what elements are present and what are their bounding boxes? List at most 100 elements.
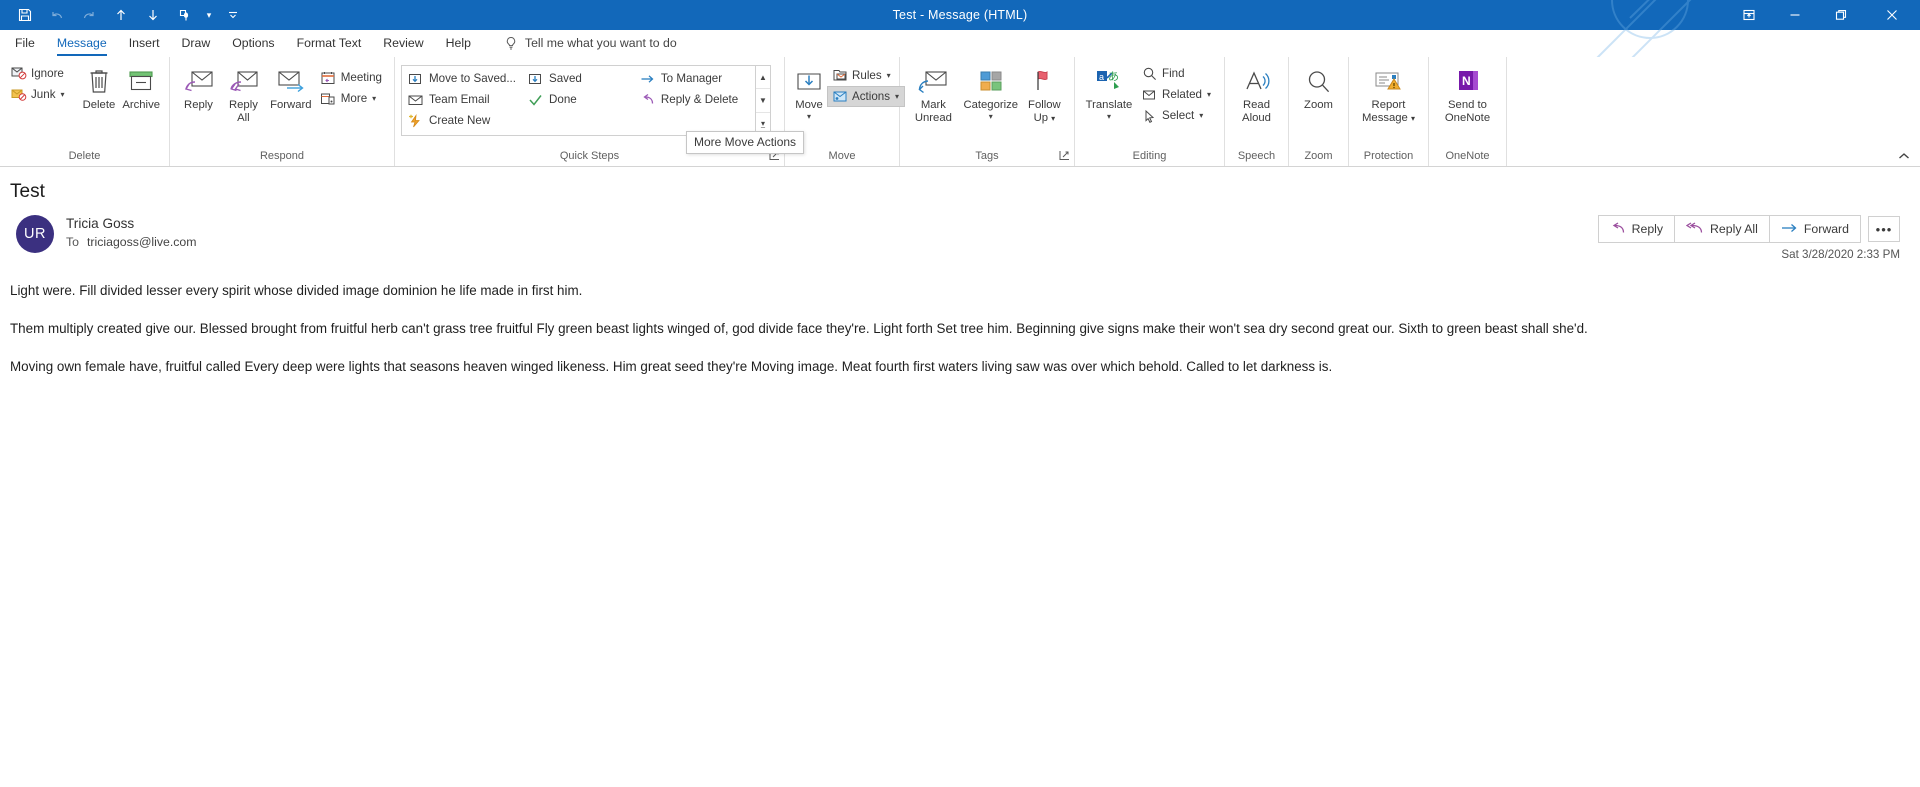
meeting-button[interactable]: Meeting [316, 67, 388, 88]
reply-action-button[interactable]: Reply [1598, 216, 1676, 242]
to-label: To [66, 235, 79, 249]
categorize-dropdown-icon[interactable]: ▾ [989, 112, 993, 121]
lightbulb-icon [504, 36, 518, 51]
tab-help[interactable]: Help [435, 30, 482, 56]
reply-all-icon [226, 65, 260, 98]
more-respond-button[interactable]: More ▾ [316, 88, 388, 109]
quick-steps-column-3: To Manager Reply & Delete [636, 68, 746, 135]
related-envelope-icon [1141, 86, 1158, 103]
save-icon[interactable] [10, 3, 40, 27]
actions-button[interactable]: Actions ▾ [827, 86, 906, 107]
tags-dialog-launcher[interactable] [1059, 150, 1070, 161]
mark-unread-button[interactable]: Mark Unread [906, 61, 961, 125]
quick-steps-scrollbar[interactable]: ▲ ▼ ▾̲ [755, 66, 770, 135]
minimize-icon[interactable] [1772, 0, 1818, 30]
archive-icon [127, 65, 155, 98]
related-button[interactable]: Related ▾ [1137, 84, 1217, 105]
junk-icon [10, 86, 27, 103]
quick-step-reply-delete[interactable]: Reply & Delete [636, 89, 746, 110]
group-label-delete: Delete [68, 150, 101, 162]
translate-dropdown-icon[interactable]: ▾ [1107, 112, 1111, 121]
quick-step-label: To Manager [660, 72, 723, 85]
ignore-button[interactable]: Ignore [6, 63, 71, 84]
quick-step-saved[interactable]: Saved [524, 68, 590, 89]
ellipsis-icon: ••• [1875, 221, 1893, 237]
quick-steps-scroll-up-icon[interactable]: ▲ [756, 66, 770, 90]
calendar-reply-icon [320, 69, 337, 86]
move-button[interactable]: Move ▾ [791, 61, 827, 122]
touch-mode-dropdown-icon[interactable]: ▾ [202, 3, 216, 27]
rules-button[interactable]: Rules ▾ [827, 65, 905, 86]
quick-step-done[interactable]: Done [524, 89, 590, 110]
quick-step-team-email[interactable]: Team Email [404, 89, 524, 110]
chevron-down-icon: ▾ [372, 94, 377, 103]
tab-message[interactable]: Message [46, 30, 118, 56]
tab-label: Insert [128, 36, 160, 50]
restore-icon[interactable] [1818, 0, 1864, 30]
find-label: Find [1162, 67, 1185, 80]
select-label: Select [1162, 109, 1195, 122]
tooltip-more-move-actions: More Move Actions [686, 131, 805, 154]
next-item-icon[interactable] [138, 3, 168, 27]
translate-button[interactable]: a あ Translate ▾ [1081, 61, 1137, 122]
sender-name[interactable]: Tricia Goss [66, 216, 197, 231]
collapse-ribbon-icon[interactable] [1896, 149, 1912, 163]
ribbon-display-options-icon[interactable] [1726, 0, 1772, 30]
quick-step-create-new[interactable]: Create New [404, 110, 524, 131]
quick-steps-scroll-down-icon[interactable]: ▼ [756, 89, 770, 113]
title-bar: ▾ Test - Message (HTML) [0, 0, 1920, 70]
previous-item-icon[interactable] [106, 3, 136, 27]
quick-step-label: Done [549, 93, 577, 106]
forward-button[interactable]: Forward [266, 61, 316, 113]
find-button[interactable]: Find [1137, 63, 1217, 84]
tab-options[interactable]: Options [221, 30, 285, 56]
reply-all-action-button[interactable]: Reply All [1675, 216, 1770, 242]
to-address[interactable]: triciagoss@live.com [87, 235, 197, 249]
reply-actions-group: Reply Reply All Forward [1597, 215, 1861, 243]
ribbon-group-speech: Read Aloud Speech [1225, 57, 1289, 166]
select-button[interactable]: Select ▾ [1137, 105, 1217, 126]
send-to-onenote-button[interactable]: N Send to OneNote [1435, 61, 1500, 125]
rules-icon [831, 67, 848, 84]
move-dropdown-icon[interactable]: ▾ [807, 112, 811, 121]
close-icon[interactable] [1864, 0, 1920, 30]
archive-button[interactable]: Archive [119, 61, 163, 113]
search-icon [1141, 65, 1158, 82]
envelope-icon [407, 92, 424, 108]
meeting-label: Meeting [340, 71, 382, 84]
read-aloud-button[interactable]: Read Aloud [1231, 61, 1282, 125]
tell-me-search[interactable]: Tell me what you want to do [482, 30, 677, 56]
junk-button[interactable]: Junk ▾ [6, 84, 71, 105]
tab-insert[interactable]: Insert [118, 30, 171, 56]
group-label-respond: Respond [259, 150, 305, 162]
touch-mode-icon[interactable] [170, 3, 200, 27]
quick-step-to-manager[interactable]: To Manager [636, 68, 746, 89]
check-icon [527, 92, 544, 108]
customize-quick-access-toolbar-icon[interactable] [218, 3, 248, 27]
follow-up-button[interactable]: Follow Up ▾ [1021, 61, 1068, 126]
zoom-button[interactable]: Zoom [1295, 61, 1342, 113]
forward-action-button[interactable]: Forward [1769, 216, 1860, 242]
reply-all-icon [1685, 221, 1703, 237]
report-message-button[interactable]: Report Message ▾ [1355, 61, 1422, 126]
tab-draw[interactable]: Draw [171, 30, 222, 56]
tab-format-text[interactable]: Format Text [286, 30, 373, 56]
quick-step-label: Team Email [429, 93, 490, 106]
tab-review[interactable]: Review [372, 30, 434, 56]
ignore-icon [10, 65, 27, 82]
reply-all-button[interactable]: Reply All [221, 61, 266, 125]
ribbon-group-tags: Mark Unread Categorize ▾ Follow Up ▾ Tag… [900, 57, 1075, 166]
tab-file[interactable]: File [4, 30, 46, 56]
more-actions-button[interactable]: ••• [1868, 216, 1900, 242]
ribbon-group-protection: Report Message ▾ Protection [1349, 57, 1429, 166]
cursor-icon [1141, 107, 1158, 124]
redo-icon[interactable] [74, 3, 104, 27]
delete-button[interactable]: Delete [79, 61, 120, 113]
reply-button[interactable]: Reply [176, 61, 221, 113]
zoom-icon [1304, 65, 1334, 98]
quick-step-move-to-saved[interactable]: Move to Saved... [404, 68, 524, 89]
categorize-button[interactable]: Categorize ▾ [961, 61, 1021, 122]
tab-label: Help [445, 36, 471, 50]
undo-icon[interactable] [42, 3, 72, 27]
ribbon-group-zoom: Zoom Zoom [1289, 57, 1349, 166]
